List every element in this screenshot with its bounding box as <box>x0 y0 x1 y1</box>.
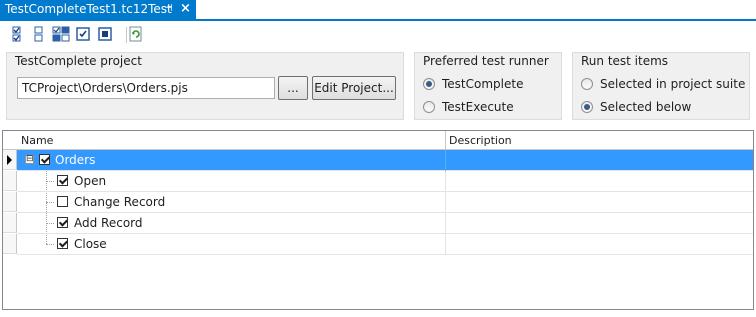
radio-button[interactable] <box>423 101 435 113</box>
cell-divider <box>445 192 446 213</box>
current-row-indicator-icon <box>7 155 12 165</box>
runner-group-title: Preferred test runner <box>423 54 549 68</box>
tree-row-open[interactable]: Open <box>17 171 753 192</box>
column-divider[interactable] <box>445 131 446 149</box>
uncheck-all-icon[interactable] <box>30 25 48 43</box>
pin-icon[interactable]: ⊣ <box>164 3 173 14</box>
row-label: Close <box>74 237 107 251</box>
runner-group: Preferred test runner TestComplete TestE… <box>414 52 562 120</box>
row-label: Orders <box>55 153 96 167</box>
row-checkbox[interactable] <box>57 217 68 228</box>
check-selected-icon[interactable] <box>74 25 92 43</box>
row-label: Open <box>74 174 107 188</box>
uncheck-selected-icon[interactable] <box>96 25 114 43</box>
tree-row-add-record[interactable]: Add Record <box>17 213 753 234</box>
grid-header: Name Description <box>3 131 753 150</box>
row-header[interactable] <box>3 150 17 170</box>
project-group-title: TestComplete project <box>15 54 142 68</box>
row-checkbox[interactable] <box>57 238 68 249</box>
tree-row-change-record[interactable]: Change Record <box>17 192 753 213</box>
check-all-icon[interactable] <box>8 25 26 43</box>
project-path-field[interactable]: TCProject\Orders\Orders.pjs <box>17 77 275 99</box>
tab-strip-underline <box>0 19 756 21</box>
radio-button[interactable] <box>423 78 435 90</box>
tree-row-orders[interactable]: ⊟ Orders <box>17 150 753 171</box>
row-header[interactable] <box>3 234 17 254</box>
close-icon[interactable]: × <box>180 1 191 16</box>
collapse-icon[interactable]: ⊟ <box>25 155 34 164</box>
radio-button[interactable] <box>581 78 593 90</box>
cell-divider <box>445 213 446 234</box>
test-items-grid[interactable]: Name Description ⊟ Orders Open Change Re… <box>2 130 754 310</box>
row-label: Add Record <box>74 216 143 230</box>
refresh-icon[interactable] <box>126 25 144 43</box>
run-items-group: Run test items Selected in project suite… <box>572 52 750 120</box>
document-tab-strip: TestCompleteTest1.tc12Test ⊣ × <box>0 0 756 21</box>
radio-label: TestComplete <box>442 77 524 91</box>
radio-button[interactable] <box>581 101 593 113</box>
tree-row-close[interactable]: Close <box>17 234 753 255</box>
cell-divider <box>445 150 446 171</box>
row-header[interactable] <box>3 213 17 233</box>
row-label: Change Record <box>74 195 166 209</box>
project-group: TestComplete project TCProject\Orders\Or… <box>6 52 404 120</box>
browse-button[interactable]: ... <box>278 76 308 100</box>
radio-label: TestExecute <box>442 100 514 114</box>
column-header-description[interactable]: Description <box>449 134 512 147</box>
row-header[interactable] <box>3 192 17 212</box>
cell-divider <box>445 171 446 192</box>
radio-label: Selected below <box>600 100 692 114</box>
radio-label: Selected in project suite <box>600 77 746 91</box>
document-tab[interactable]: TestCompleteTest1.tc12Test ⊣ × <box>0 0 196 20</box>
row-checkbox[interactable] <box>39 154 50 165</box>
row-header[interactable] <box>3 171 17 191</box>
edit-project-button[interactable]: Edit Project... <box>312 76 396 100</box>
invert-check-icon[interactable] <box>52 25 70 43</box>
column-header-name[interactable]: Name <box>21 134 53 147</box>
cell-divider <box>445 234 446 255</box>
row-checkbox[interactable] <box>57 196 68 207</box>
row-checkbox[interactable] <box>57 175 68 186</box>
document-tab-title: TestCompleteTest1.tc12Test <box>5 2 172 16</box>
run-items-group-title: Run test items <box>581 54 669 68</box>
